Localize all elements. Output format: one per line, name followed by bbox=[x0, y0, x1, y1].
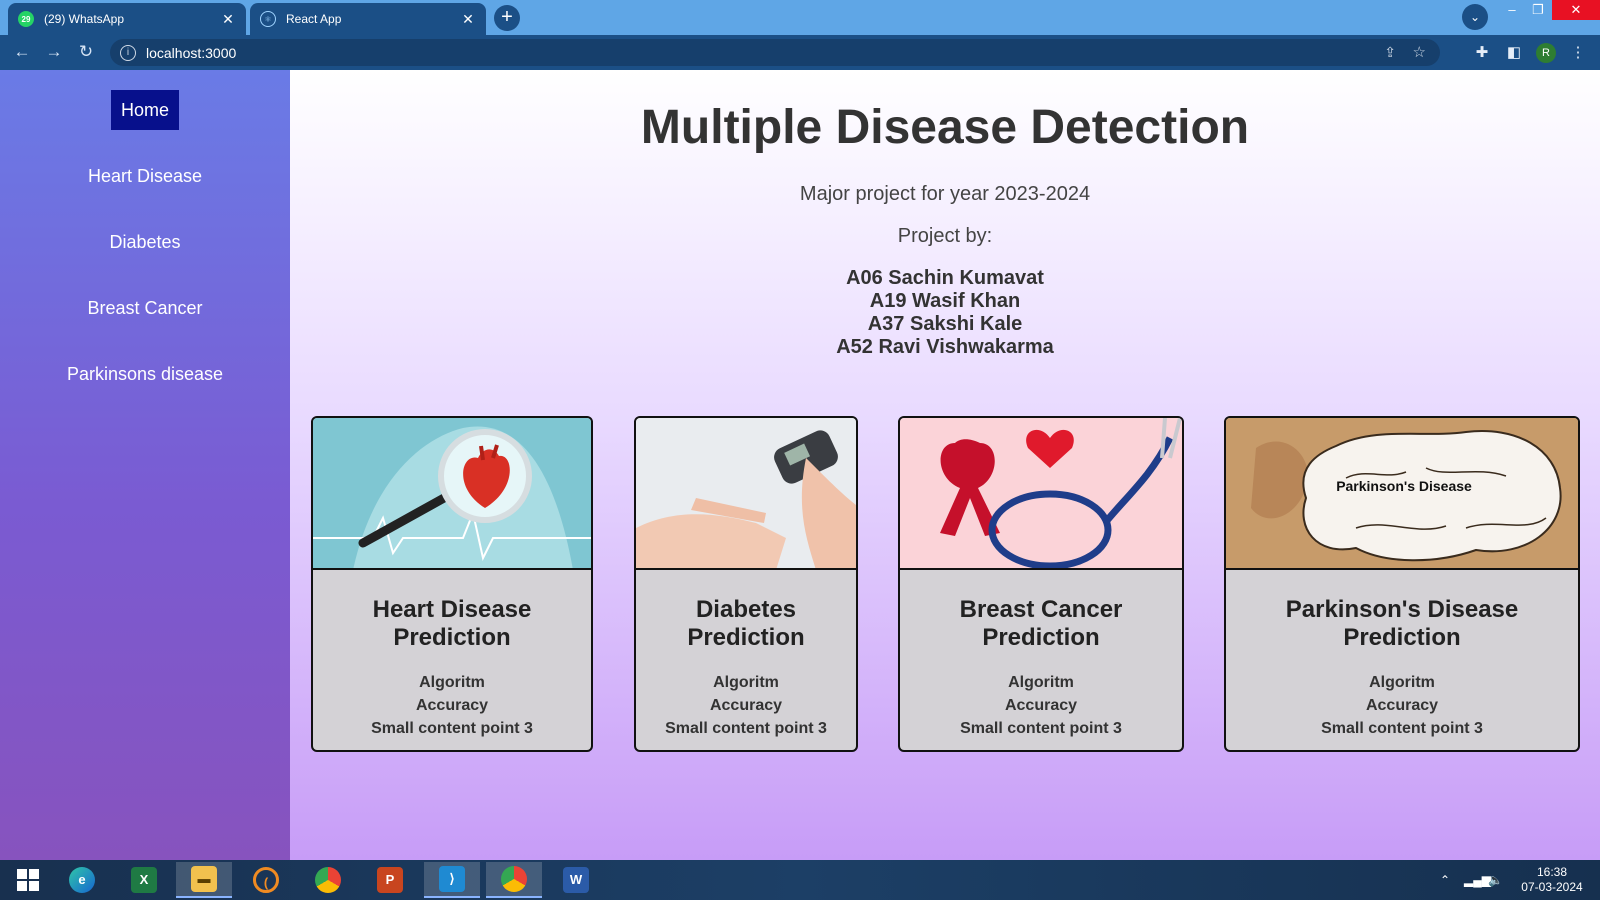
card-point: Small content point 3 bbox=[665, 720, 827, 737]
tab-label: (29) WhatsApp bbox=[44, 12, 125, 26]
file-explorer-icon: ▬ bbox=[191, 866, 217, 892]
card-points: Algoritm Accuracy Small content point 3 bbox=[900, 671, 1182, 740]
tray-chevron-icon[interactable]: ⌃ bbox=[1440, 860, 1450, 900]
card-point: Accuracy bbox=[709, 697, 783, 714]
taskbar-eclipse[interactable]: ( bbox=[238, 862, 294, 898]
react-icon: ⚛ bbox=[260, 11, 276, 27]
sidebar-item-parkinsons[interactable]: Parkinsons disease bbox=[0, 364, 290, 385]
word-icon: W bbox=[563, 867, 589, 893]
profile-avatar[interactable]: R bbox=[1536, 43, 1556, 63]
tab-search-button[interactable]: ⌄ bbox=[1462, 4, 1488, 30]
card-point: Algoritm bbox=[419, 674, 485, 691]
card-point: Accuracy bbox=[1004, 697, 1078, 714]
member-name: A37 Sakshi Kale bbox=[867, 313, 1023, 335]
page-subtitle: Major project for year 2023-2024 bbox=[799, 183, 1091, 205]
tab-label: React App bbox=[286, 12, 342, 26]
card-point: Algoritm bbox=[1369, 674, 1435, 691]
card-title: Parkinson's Disease Prediction bbox=[1285, 596, 1519, 651]
card-point: Algoritm bbox=[713, 674, 779, 691]
member-name: A06 Sachin Kumavat bbox=[846, 267, 1044, 289]
member-name: A19 Wasif Khan bbox=[869, 290, 1021, 312]
page-title: Multiple Disease Detection bbox=[640, 101, 1250, 154]
close-tab-icon[interactable]: ✕ bbox=[460, 11, 476, 28]
excel-icon: X bbox=[131, 867, 157, 893]
card-points: Algoritm Accuracy Small content point 3 bbox=[313, 671, 591, 740]
parkinsons-brain-image: Parkinson's Disease bbox=[1226, 418, 1578, 570]
chrome-icon bbox=[315, 867, 341, 893]
card-title: Diabetes Prediction bbox=[687, 596, 805, 651]
taskbar-chrome-active[interactable] bbox=[486, 862, 542, 898]
taskbar-chrome[interactable] bbox=[300, 862, 356, 898]
tab-whatsapp[interactable]: 29 (29) WhatsApp ✕ bbox=[8, 3, 246, 35]
browser-tab-strip: 29 (29) WhatsApp ✕ ⚛ React App ✕ + ⌄ – ❐… bbox=[0, 0, 1600, 35]
whatsapp-icon: 29 bbox=[18, 11, 34, 27]
card-breast-cancer[interactable]: Breast Cancer Prediction Algoritm Accura… bbox=[898, 416, 1184, 752]
volume-icon[interactable]: 🔈 bbox=[1488, 860, 1503, 900]
card-points: Algoritm Accuracy Small content point 3 bbox=[636, 671, 856, 740]
url-text: localhost:3000 bbox=[146, 44, 237, 61]
card-heart-disease[interactable]: Heart Disease Prediction Algoritm Accura… bbox=[311, 416, 593, 752]
forward-icon[interactable]: → bbox=[42, 40, 66, 64]
bookmark-star-icon[interactable]: ☆ bbox=[1413, 43, 1426, 61]
windows-taskbar: e X ▬ ( P ⟩ W ⌃ ▂▄▆ 🔈 16:38 07-03-2024 bbox=[0, 860, 1600, 900]
sidebar-item-breast-cancer[interactable]: Breast Cancer bbox=[0, 298, 290, 319]
card-point: Small content point 3 bbox=[1321, 720, 1483, 737]
project-byline: Project by: bbox=[897, 225, 993, 247]
chrome-icon bbox=[501, 866, 527, 892]
start-button[interactable] bbox=[0, 862, 56, 898]
network-icon[interactable]: ▂▄▆ bbox=[1464, 860, 1491, 900]
card-point: Small content point 3 bbox=[371, 720, 533, 737]
new-tab-button[interactable]: + bbox=[494, 5, 520, 31]
address-bar: ← → ↻ i localhost:3000 ⇪ ☆ ✚ ◧ R ⋮ bbox=[0, 35, 1600, 70]
card-title: Breast Cancer Prediction bbox=[959, 596, 1123, 651]
back-icon[interactable]: ← bbox=[10, 40, 34, 64]
sidebar: Home Heart Disease Diabetes Breast Cance… bbox=[0, 70, 290, 860]
card-diabetes[interactable]: Diabetes Prediction Algoritm Accuracy Sm… bbox=[634, 416, 858, 752]
reload-icon[interactable]: ↻ bbox=[74, 40, 98, 64]
main-content: Multiple Disease Detection Major project… bbox=[290, 70, 1600, 860]
member-name: A52 Ravi Vishwakarma bbox=[836, 336, 1054, 358]
member-list: A06 Sachin Kumavat A19 Wasif Khan A37 Sa… bbox=[290, 267, 1600, 359]
sidebar-item-home[interactable]: Home bbox=[111, 90, 179, 130]
tab-react-app[interactable]: ⚛ React App ✕ bbox=[250, 3, 486, 35]
site-info-icon[interactable]: i bbox=[120, 44, 136, 61]
heart-illustration-image bbox=[313, 418, 591, 570]
card-point: Accuracy bbox=[1365, 697, 1439, 714]
powerpoint-icon: P bbox=[377, 867, 403, 893]
taskbar-edge[interactable]: e bbox=[54, 862, 110, 898]
windows-start-icon bbox=[17, 869, 39, 891]
taskbar-powerpoint[interactable]: P bbox=[362, 862, 418, 898]
card-points: Algoritm Accuracy Small content point 3 bbox=[1226, 671, 1578, 740]
edge-icon: e bbox=[69, 867, 95, 893]
card-parkinsons[interactable]: Parkinson's Disease Parkinson's Disease … bbox=[1224, 416, 1580, 752]
taskbar-word[interactable]: W bbox=[548, 862, 604, 898]
card-point: Algoritm bbox=[1008, 674, 1074, 691]
glucose-meter-image bbox=[636, 418, 856, 570]
taskbar-file-explorer[interactable]: ▬ bbox=[176, 862, 232, 898]
side-panel-icon[interactable]: ◧ bbox=[1504, 43, 1524, 63]
eclipse-icon: ( bbox=[253, 867, 279, 893]
card-title: Heart Disease Prediction bbox=[372, 596, 532, 651]
taskbar-excel[interactable]: X bbox=[116, 862, 172, 898]
menu-kebab-icon[interactable]: ⋮ bbox=[1568, 43, 1588, 63]
card-point: Small content point 3 bbox=[960, 720, 1122, 737]
taskbar-clock[interactable]: 16:38 07-03-2024 bbox=[1512, 865, 1592, 895]
share-icon[interactable]: ⇪ bbox=[1384, 44, 1396, 61]
taskbar-vscode[interactable]: ⟩ bbox=[424, 862, 480, 898]
close-window-button[interactable]: ✕ bbox=[1552, 0, 1600, 20]
vscode-icon: ⟩ bbox=[439, 866, 465, 892]
page-viewport: Home Heart Disease Diabetes Breast Cance… bbox=[0, 70, 1600, 860]
sidebar-item-diabetes[interactable]: Diabetes bbox=[0, 232, 290, 253]
url-field[interactable]: i localhost:3000 ⇪ ☆ bbox=[110, 39, 1440, 66]
card-point: Accuracy bbox=[415, 697, 489, 714]
clock-time: 16:38 bbox=[1536, 865, 1568, 879]
extensions-icon[interactable]: ✚ bbox=[1472, 43, 1492, 63]
sidebar-item-heart-disease[interactable]: Heart Disease bbox=[0, 166, 290, 187]
image-caption: Parkinson's Disease bbox=[1336, 478, 1472, 494]
close-tab-icon[interactable]: ✕ bbox=[220, 11, 236, 28]
clock-date: 07-03-2024 bbox=[1521, 880, 1583, 894]
ribbon-stethoscope-image bbox=[900, 418, 1182, 570]
